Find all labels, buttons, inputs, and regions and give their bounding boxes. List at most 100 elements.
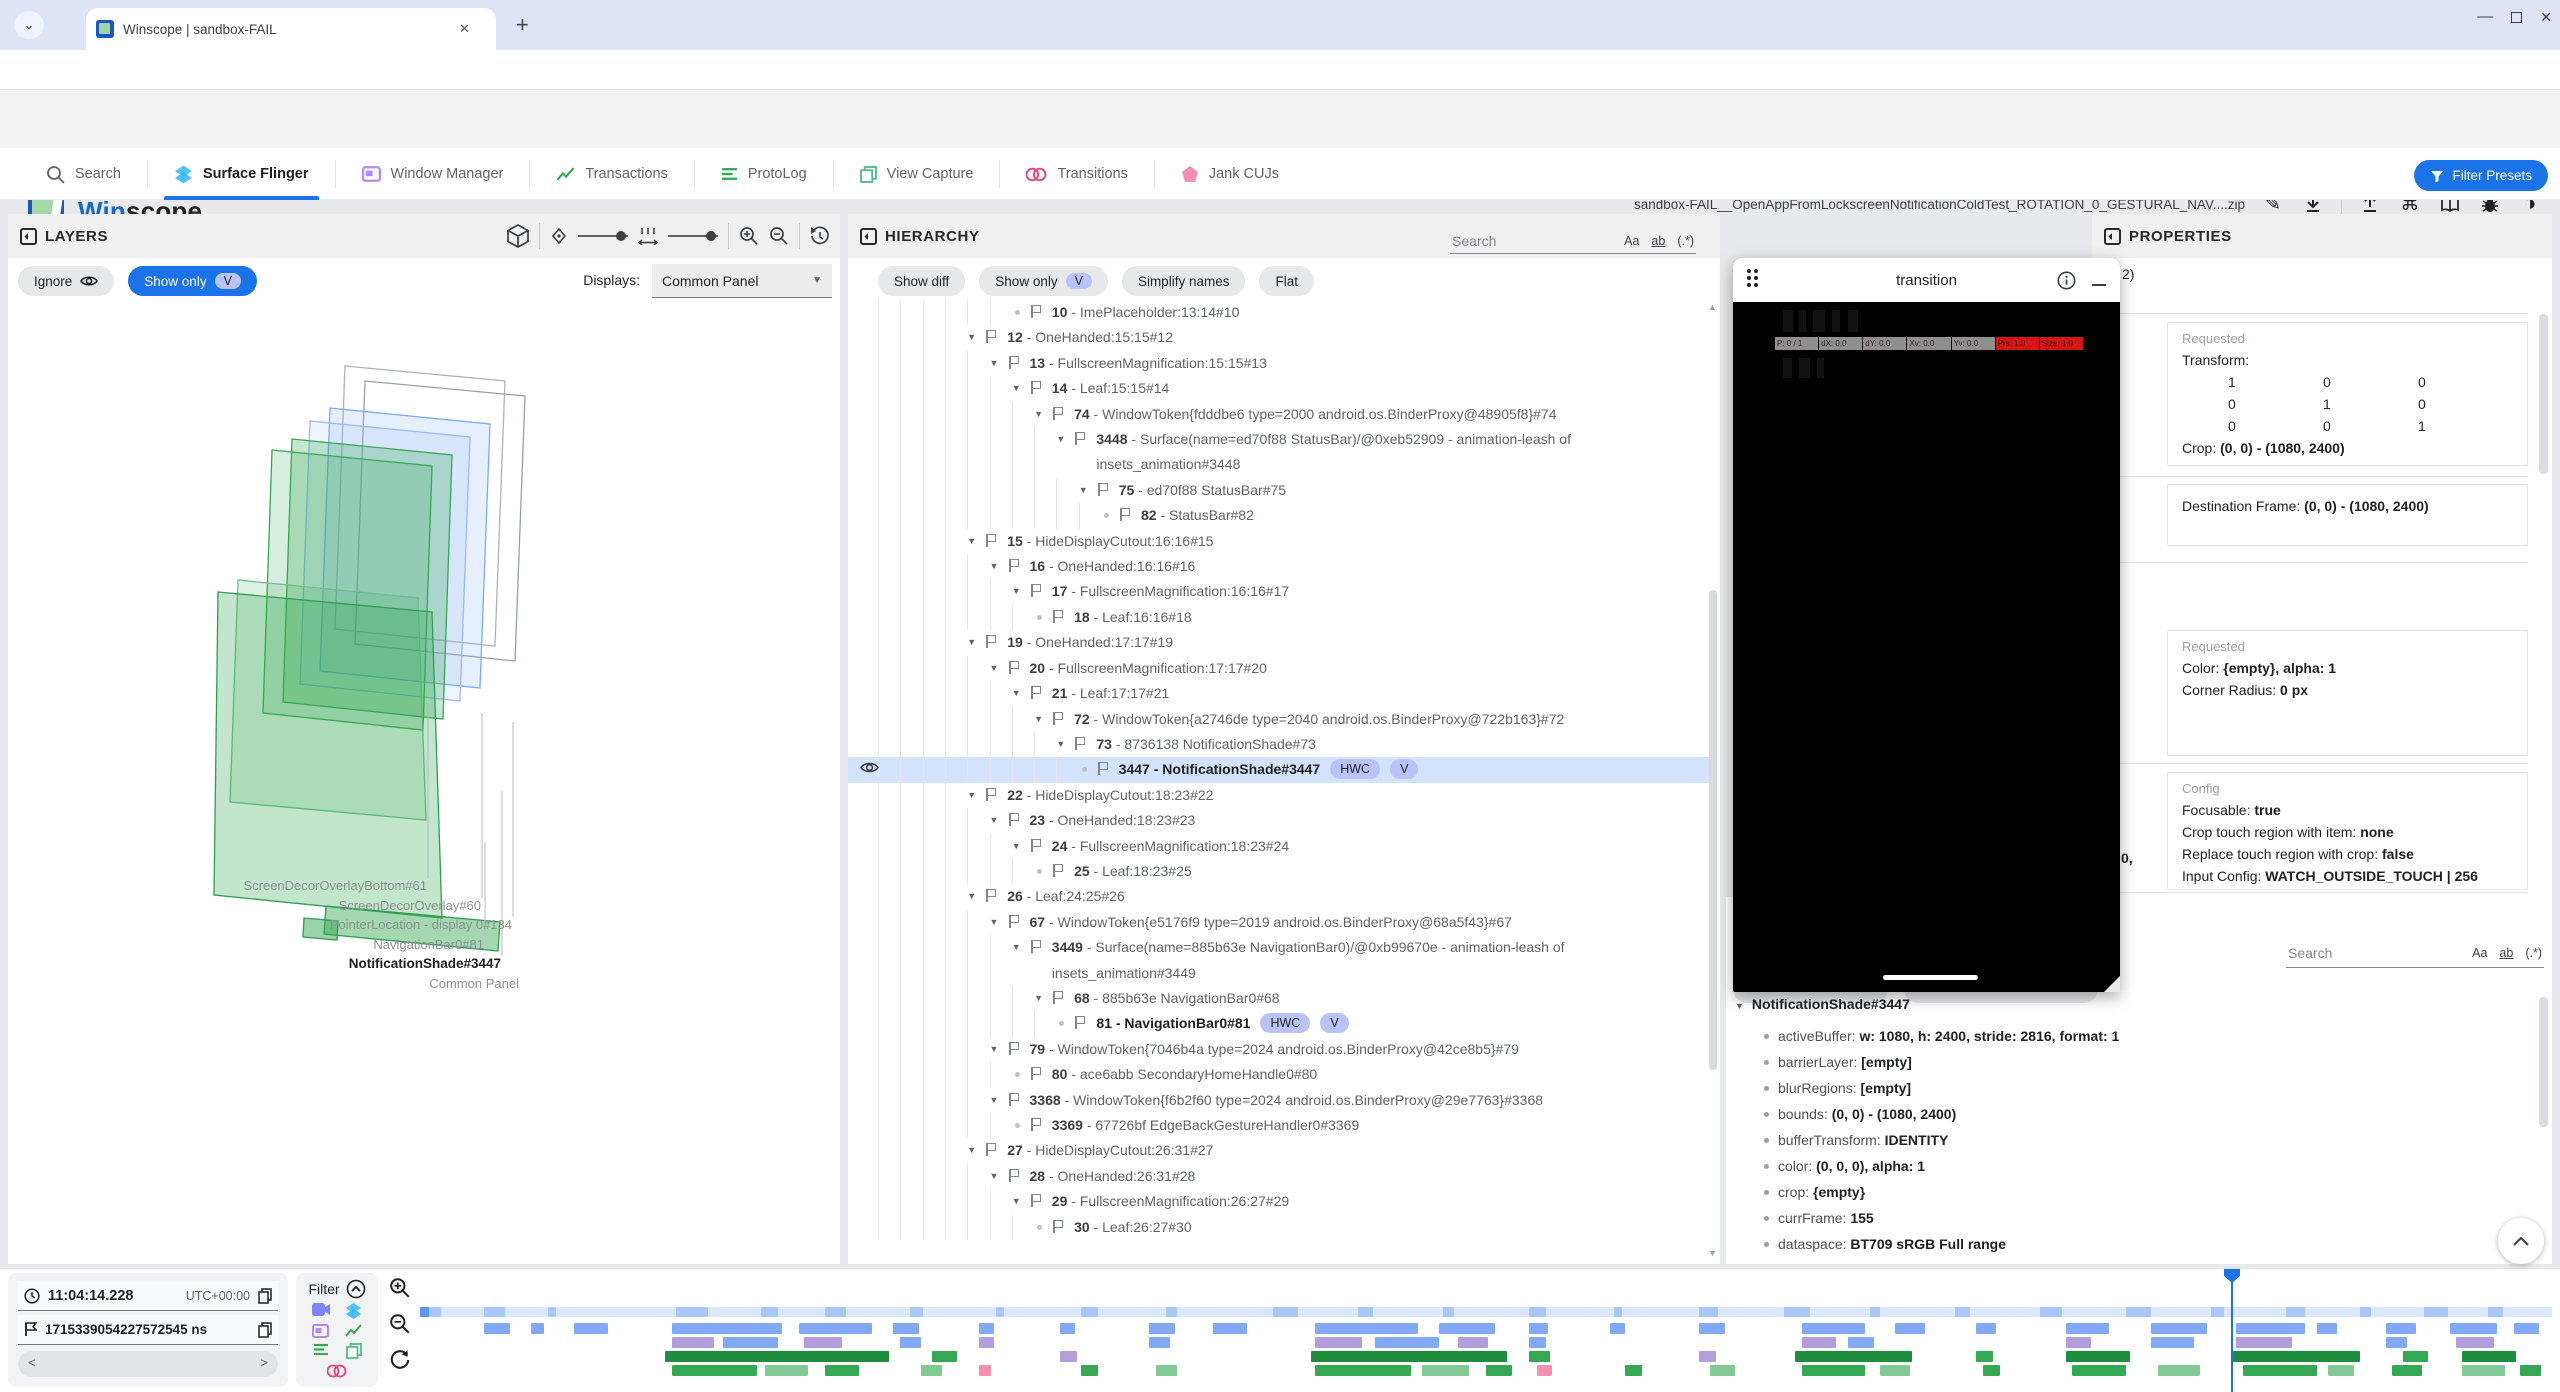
expand-arrow-icon[interactable]: ▼ xyxy=(990,808,999,833)
human-time-field[interactable]: 11:04:14.228 UTC+00:00 xyxy=(18,1281,278,1311)
view-capture-trace-icon[interactable] xyxy=(346,1343,362,1359)
expand-arrow-icon[interactable]: ▼ xyxy=(967,884,976,909)
expand-arrow-icon[interactable]: ▼ xyxy=(990,910,999,935)
hierarchy-node-82[interactable]: 82 - StatusBar#82 xyxy=(848,503,1712,528)
panel-collapse-icon[interactable] xyxy=(2104,228,2121,245)
trace-segment[interactable] xyxy=(2514,1323,2540,1334)
trace-segment[interactable] xyxy=(1848,1337,1874,1348)
hierarchy-node-26[interactable]: ▼26 - Leaf:24:25#26 xyxy=(848,884,1712,909)
rotation-slider[interactable] xyxy=(578,235,628,237)
trace-segment[interactable] xyxy=(531,1323,544,1334)
trace-segment[interactable] xyxy=(1802,1365,1866,1376)
trace-segment[interactable] xyxy=(2066,1337,2092,1348)
3d-view-icon[interactable] xyxy=(507,224,529,248)
trace-segment[interactable] xyxy=(1315,1365,1411,1376)
trace-segment[interactable] xyxy=(1156,1365,1177,1376)
show-diff-chip[interactable]: Show diff xyxy=(878,266,965,296)
copy-icon[interactable] xyxy=(258,1322,272,1338)
expand-arrow-icon[interactable]: ▼ xyxy=(1012,681,1021,706)
hierarchy-node-30[interactable]: 30 - Leaf:26:27#30 xyxy=(848,1215,1712,1240)
trace-segment[interactable] xyxy=(1375,1337,1439,1348)
trace-segment[interactable] xyxy=(672,1323,783,1334)
proto-root-node[interactable]: ▼NotificationShade#3447 xyxy=(1735,996,1910,1012)
visibility-eye-icon[interactable] xyxy=(860,760,879,775)
match-case-icon[interactable]: Aa xyxy=(2472,946,2487,960)
trace-segment[interactable] xyxy=(1710,1365,1736,1376)
trace-segment[interactable] xyxy=(1486,1365,1512,1376)
expand-arrow-icon[interactable]: ▼ xyxy=(990,554,999,579)
transition-screenshot-window[interactable]: transition P: 0 / 1dX: 0.0dY: 0.0Xv: 0.0… xyxy=(1733,258,2120,992)
trace-segment[interactable] xyxy=(1699,1323,1725,1334)
browser-tab[interactable]: Winscope | sandbox-FAIL ✕ xyxy=(86,8,496,50)
reset-view-icon[interactable] xyxy=(810,226,830,246)
collapse-filter-icon[interactable] xyxy=(346,1279,366,1299)
hierarchy-node-12[interactable]: ▼12 - OneHanded:15:15#12 xyxy=(848,325,1712,350)
trace-segment[interactable] xyxy=(1081,1365,1098,1376)
match-case-icon[interactable]: Aa xyxy=(1624,234,1639,248)
trace-segment[interactable] xyxy=(1983,1365,2000,1376)
proto-search-input[interactable]: Search Aa ab (.*) xyxy=(2286,932,2544,968)
hierarchy-node-25[interactable]: 25 - Leaf:18:23#25 xyxy=(848,859,1712,884)
timeline-reset-zoom-icon[interactable] xyxy=(389,1349,411,1371)
trace-segment[interactable] xyxy=(2386,1337,2407,1348)
hierarchy-node-24[interactable]: ▼24 - FullscreenMagnification:18:23#24 xyxy=(848,834,1712,859)
proto-property[interactable]: bounds: (0, 0) - (1080, 2400) xyxy=(1764,1101,2532,1127)
expand-arrow-icon[interactable]: ▼ xyxy=(1079,478,1088,503)
window-controls[interactable]: — ✕ xyxy=(2477,8,2552,26)
trace-segment[interactable] xyxy=(2236,1323,2304,1334)
hierarchy-node-3449[interactable]: ▼3449 - Surface(name=885b63e NavigationB… xyxy=(848,935,1712,986)
tab-search[interactable]: Search xyxy=(20,148,147,200)
match-word-icon[interactable]: ab xyxy=(1651,234,1665,248)
pan-left-arrow[interactable]: < xyxy=(28,1355,36,1370)
trace-segment[interactable] xyxy=(672,1337,715,1348)
hierarchy-node-3448[interactable]: ▼3448 - Surface(name=ed70f88 StatusBar)/… xyxy=(848,427,1712,478)
tab-transitions[interactable]: Transitions xyxy=(1000,148,1153,200)
trace-segment[interactable] xyxy=(900,1337,921,1348)
hierarchy-node-21[interactable]: ▼21 - Leaf:17:17#21 xyxy=(848,681,1712,706)
transactions-trace-icon[interactable] xyxy=(345,1324,362,1338)
copy-icon[interactable] xyxy=(258,1288,272,1304)
trace-segment[interactable] xyxy=(2462,1365,2505,1376)
info-icon[interactable] xyxy=(2057,271,2076,290)
layer-label[interactable]: Common Panel xyxy=(429,976,519,991)
expand-arrow-icon[interactable]: ▼ xyxy=(1056,732,1065,757)
displays-select[interactable]: Common Panel ▼ xyxy=(652,264,832,298)
minimize-icon[interactable]: — xyxy=(2477,8,2493,26)
trace-segment[interactable] xyxy=(1149,1323,1175,1334)
hierarchy-scrollbar[interactable]: ▲ ▼ xyxy=(1708,300,1718,1260)
tab-surface-flinger[interactable]: Surface Flinger xyxy=(148,148,335,200)
hierarchy-node-74[interactable]: ▼74 - WindowToken{fdddbe6 type=2000 andr… xyxy=(848,402,1712,427)
trace-segment[interactable] xyxy=(1625,1365,1642,1376)
expand-arrow-icon[interactable]: ▼ xyxy=(1034,986,1043,1011)
proto-property[interactable]: color: (0, 0, 0), alpha: 1 xyxy=(1764,1153,2532,1179)
expand-arrow-icon[interactable]: ▼ xyxy=(990,1037,999,1062)
tab-search-icon[interactable]: ⌄ xyxy=(14,11,44,39)
trace-segment[interactable] xyxy=(979,1323,994,1334)
hierarchy-node-19[interactable]: ▼19 - OneHanded:17:17#19 xyxy=(848,630,1712,655)
pan-right-arrow[interactable]: > xyxy=(260,1355,268,1370)
protolog-trace-icon[interactable] xyxy=(313,1343,329,1359)
trace-segment[interactable] xyxy=(723,1337,778,1348)
hierarchy-node-67[interactable]: ▼67 - WindowToken{e5176f9 type=2019 andr… xyxy=(848,910,1712,935)
screen-recording-trace-icon[interactable] xyxy=(312,1303,330,1319)
hierarchy-node-17[interactable]: ▼17 - FullscreenMagnification:16:16#17 xyxy=(848,579,1712,604)
hierarchy-node-72[interactable]: ▼72 - WindowToken{a2746de type=2040 andr… xyxy=(848,707,1712,732)
expand-arrow-icon[interactable]: ▼ xyxy=(1034,707,1043,732)
timeline-zoom-in-icon[interactable] xyxy=(389,1277,411,1299)
timeline-cursor[interactable] xyxy=(2231,1269,2233,1392)
trace-segment[interactable] xyxy=(1699,1351,1716,1362)
tab-protolog[interactable]: ProtoLog xyxy=(695,148,833,200)
hierarchy-node-14[interactable]: ▼14 - Leaf:15:15#14 xyxy=(848,376,1712,401)
panel-collapse-icon[interactable] xyxy=(20,228,37,245)
zoom-in-icon[interactable] xyxy=(739,226,759,246)
timeline-pan-scrollbar[interactable]: < > xyxy=(18,1351,278,1377)
hierarchy-node-18[interactable]: 18 - Leaf:16:16#18 xyxy=(848,605,1712,630)
expand-arrow-icon[interactable]: ▼ xyxy=(1012,1189,1021,1214)
hierarchy-node-79[interactable]: ▼79 - WindowToken{7046b4a type=2024 andr… xyxy=(848,1037,1712,1062)
hierarchy-node-29[interactable]: ▼29 - FullscreenMagnification:26:27#29 xyxy=(848,1189,1712,1214)
trace-segment[interactable] xyxy=(2243,1365,2318,1376)
expand-arrow-icon[interactable]: ▼ xyxy=(967,783,976,808)
proto-property[interactable]: activeBuffer: w: 1080, h: 2400, stride: … xyxy=(1764,1023,2532,1049)
proto-property[interactable]: currFrame: 155 xyxy=(1764,1205,2532,1231)
hierarchy-node-16[interactable]: ▼16 - OneHanded:16:16#16 xyxy=(848,554,1712,579)
